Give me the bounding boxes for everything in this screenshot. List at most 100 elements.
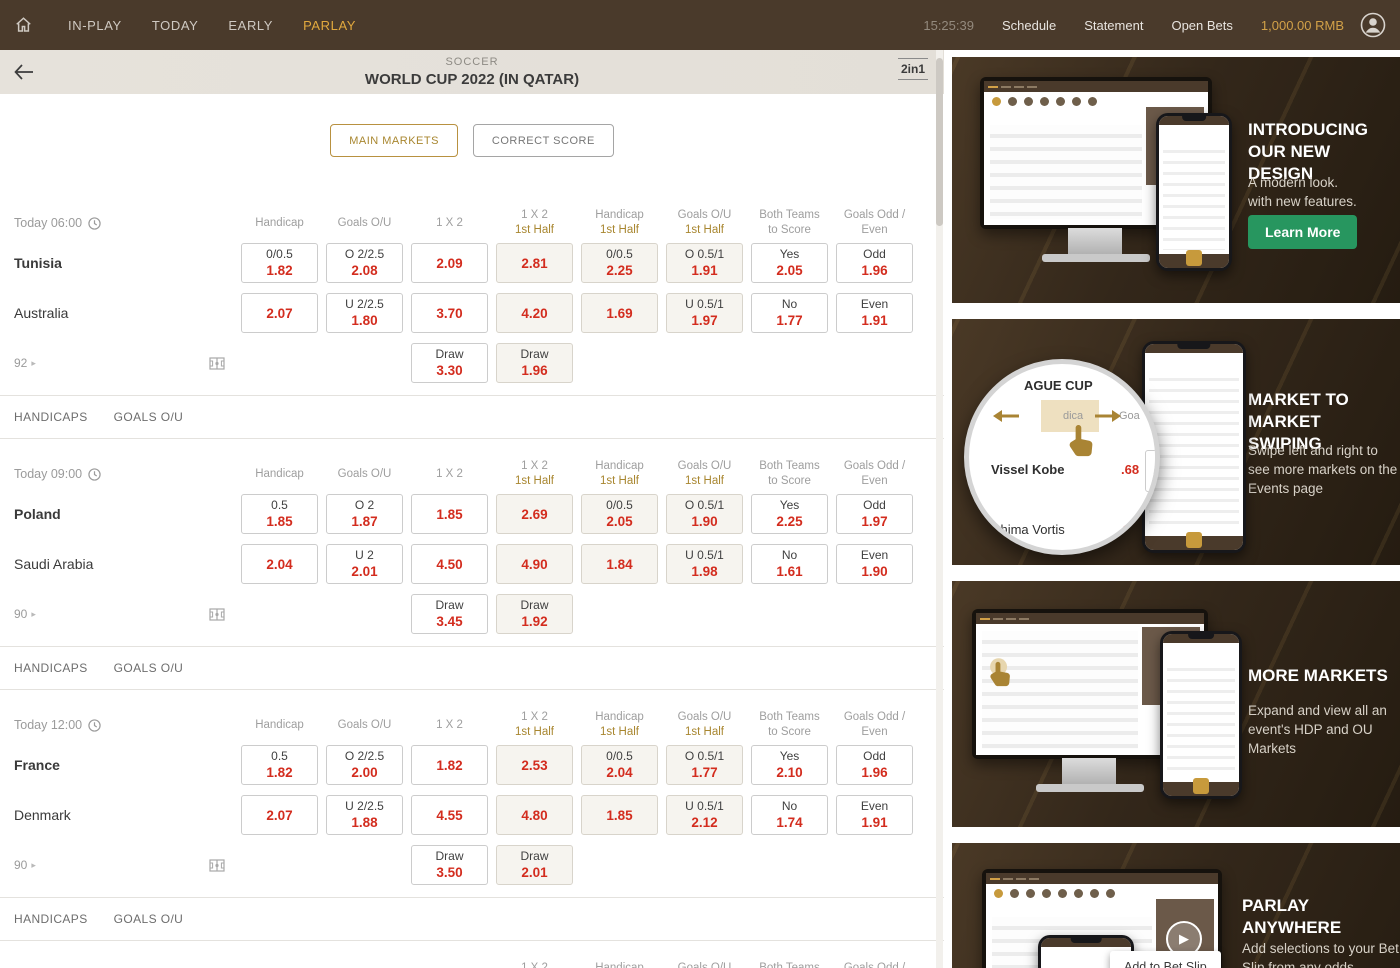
pitch-icon[interactable] — [209, 859, 225, 872]
odds-cell[interactable]: 3.70 — [411, 293, 488, 333]
odds-cell[interactable]: 0/0.52.25 — [581, 243, 658, 283]
odds-cell[interactable]: Yes2.05 — [751, 243, 828, 283]
odds-cell[interactable]: U 0.5/11.98 — [666, 544, 743, 584]
odds-cell[interactable]: U 0.5/11.97 — [666, 293, 743, 333]
nav-item-early[interactable]: EARLY — [228, 18, 273, 33]
odds-cell[interactable]: Yes2.10 — [751, 745, 828, 785]
odds-cell[interactable]: 1.85 — [411, 494, 488, 534]
odds-cell[interactable]: O 0.5/11.90 — [666, 494, 743, 534]
odds-cell[interactable]: Even1.91 — [836, 293, 913, 333]
user-avatar-icon[interactable] — [1360, 12, 1386, 38]
nav-item-parlay[interactable]: PARLAY — [303, 18, 356, 33]
odds-cell[interactable]: O 21.87 — [326, 494, 403, 534]
odds-cell[interactable]: 4.20 — [496, 293, 573, 333]
nav-link-statement[interactable]: Statement — [1084, 18, 1143, 33]
banner-parlay-anywhere[interactable]: ▶ Add to Bet Slip PARLAY ANYWHERE Add se… — [952, 843, 1400, 968]
odds-cell[interactable]: U 2/2.51.88 — [326, 795, 403, 835]
odds-cell[interactable]: 0/0.51.82 — [241, 243, 318, 283]
odds-cell[interactable]: U 22.01 — [326, 544, 403, 584]
odds-cell[interactable]: 2.09 — [411, 243, 488, 283]
odds-cell[interactable]: Odd1.96 — [836, 243, 913, 283]
odds-cell[interactable]: Yes2.25 — [751, 494, 828, 534]
more-markets-count[interactable]: 92 — [14, 356, 27, 370]
handicaps-link[interactable]: HANDICAPS — [14, 912, 88, 926]
odds-cell[interactable]: 2.04 — [241, 544, 318, 584]
tap-hand-icon — [986, 657, 1016, 691]
odds-cell[interactable]: Draw1.96 — [496, 343, 573, 383]
main-scrollbar[interactable] — [936, 50, 943, 968]
odds-cell[interactable]: No1.77 — [751, 293, 828, 333]
back-arrow-icon[interactable] — [14, 64, 34, 85]
two-in-one-toggle[interactable]: 2in1 — [898, 58, 928, 80]
nav-link-open-bets[interactable]: Open Bets — [1171, 18, 1232, 33]
odds-cell[interactable]: 2.53 — [496, 745, 573, 785]
learn-more-button[interactable]: Learn More — [1248, 215, 1357, 249]
odds-cell[interactable]: 2.81 — [496, 243, 573, 283]
banner-new-design[interactable]: INTRODUCING OUR NEW DESIGN A modern look… — [952, 57, 1400, 303]
odds-cell[interactable]: Draw3.50 — [411, 845, 488, 885]
goals-ou-link[interactable]: GOALS O/U — [114, 912, 184, 926]
odds-cell[interactable]: 1.69 — [581, 293, 658, 333]
column-header: 1 X 2 — [411, 467, 488, 482]
odds-cell[interactable]: Odd1.97 — [836, 494, 913, 534]
odds-cell[interactable]: 1.85 — [581, 795, 658, 835]
banner-market-swiping[interactable]: AGUE CUP dica Goa Vissel Kobe .68 O 2/ 1… — [952, 319, 1400, 565]
odds-cell[interactable]: 2.07 — [241, 795, 318, 835]
odds-cell[interactable]: 0/0.52.05 — [581, 494, 658, 534]
monitor-stand — [1068, 228, 1122, 254]
odds-cell[interactable]: U 0.5/12.12 — [666, 795, 743, 835]
column-header: Handicap — [241, 718, 318, 733]
odds-cell[interactable]: 2.69 — [496, 494, 573, 534]
odds-cell[interactable]: 4.90 — [496, 544, 573, 584]
odds-cell[interactable]: Draw3.30 — [411, 343, 488, 383]
odds-cell[interactable]: Even1.91 — [836, 795, 913, 835]
goals-ou-link[interactable]: GOALS O/U — [114, 410, 184, 424]
handicaps-link[interactable]: HANDICAPS — [14, 661, 88, 675]
nav-item-today[interactable]: TODAY — [152, 18, 199, 33]
column-header-line: Even — [836, 725, 913, 740]
lens-odds-value: .16 — [1119, 522, 1137, 537]
odds-line: Odd — [863, 749, 886, 764]
odds-line: Draw — [435, 347, 463, 362]
pitch-icon[interactable] — [209, 608, 225, 621]
main-markets-button[interactable]: MAIN MARKETS — [330, 124, 458, 157]
odds-cell[interactable]: 4.80 — [496, 795, 573, 835]
account-balance[interactable]: 1,000.00 RMB — [1261, 18, 1344, 33]
match-block: Today 09:00 HandicapGoals O/U1 X 21 X 21… — [0, 439, 944, 690]
odds-cell[interactable]: No1.74 — [751, 795, 828, 835]
column-header-line: to Score — [751, 223, 828, 238]
match-time: Today 12:00 — [14, 718, 233, 732]
correct-score-button[interactable]: CORRECT SCORE — [473, 124, 614, 157]
odds-cell[interactable]: 1.84 — [581, 544, 658, 584]
odds-cell[interactable]: Draw3.45 — [411, 594, 488, 634]
odds-cell[interactable]: O 2/2.52.00 — [326, 745, 403, 785]
home-icon[interactable] — [14, 16, 38, 34]
odds-cell[interactable]: 0.51.85 — [241, 494, 318, 534]
odds-cell[interactable]: O 0.5/11.77 — [666, 745, 743, 785]
odds-cell[interactable]: 2.07 — [241, 293, 318, 333]
odds-cell[interactable]: O 2/2.52.08 — [326, 243, 403, 283]
goals-ou-link[interactable]: GOALS O/U — [114, 661, 184, 675]
odds-cell[interactable]: Draw1.92 — [496, 594, 573, 634]
odds-cell[interactable]: U 2/2.51.80 — [326, 293, 403, 333]
more-markets-count[interactable]: 90 — [14, 607, 27, 621]
scrollbar-thumb[interactable] — [936, 58, 943, 226]
odds-cell[interactable]: Even1.90 — [836, 544, 913, 584]
odds-cell[interactable]: 4.50 — [411, 544, 488, 584]
banner-more-markets[interactable]: MORE MARKETS Expand and view all an even… — [952, 581, 1400, 827]
odds-cell[interactable]: Odd1.96 — [836, 745, 913, 785]
pitch-icon[interactable] — [209, 357, 225, 370]
odds-cell[interactable]: 0.51.82 — [241, 745, 318, 785]
odds-value: 1.85 — [436, 506, 462, 523]
more-markets-count[interactable]: 90 — [14, 858, 27, 872]
odds-cell[interactable]: 4.55 — [411, 795, 488, 835]
odds-cell[interactable]: Draw2.01 — [496, 845, 573, 885]
odds-cell[interactable]: 1.82 — [411, 745, 488, 785]
column-header: Handicap — [241, 216, 318, 231]
odds-cell[interactable]: 0/0.52.04 — [581, 745, 658, 785]
nav-link-schedule[interactable]: Schedule — [1002, 18, 1056, 33]
handicaps-link[interactable]: HANDICAPS — [14, 410, 88, 424]
odds-cell[interactable]: O 0.5/11.91 — [666, 243, 743, 283]
odds-cell[interactable]: No1.61 — [751, 544, 828, 584]
nav-item-inplay[interactable]: IN-PLAY — [68, 18, 122, 33]
